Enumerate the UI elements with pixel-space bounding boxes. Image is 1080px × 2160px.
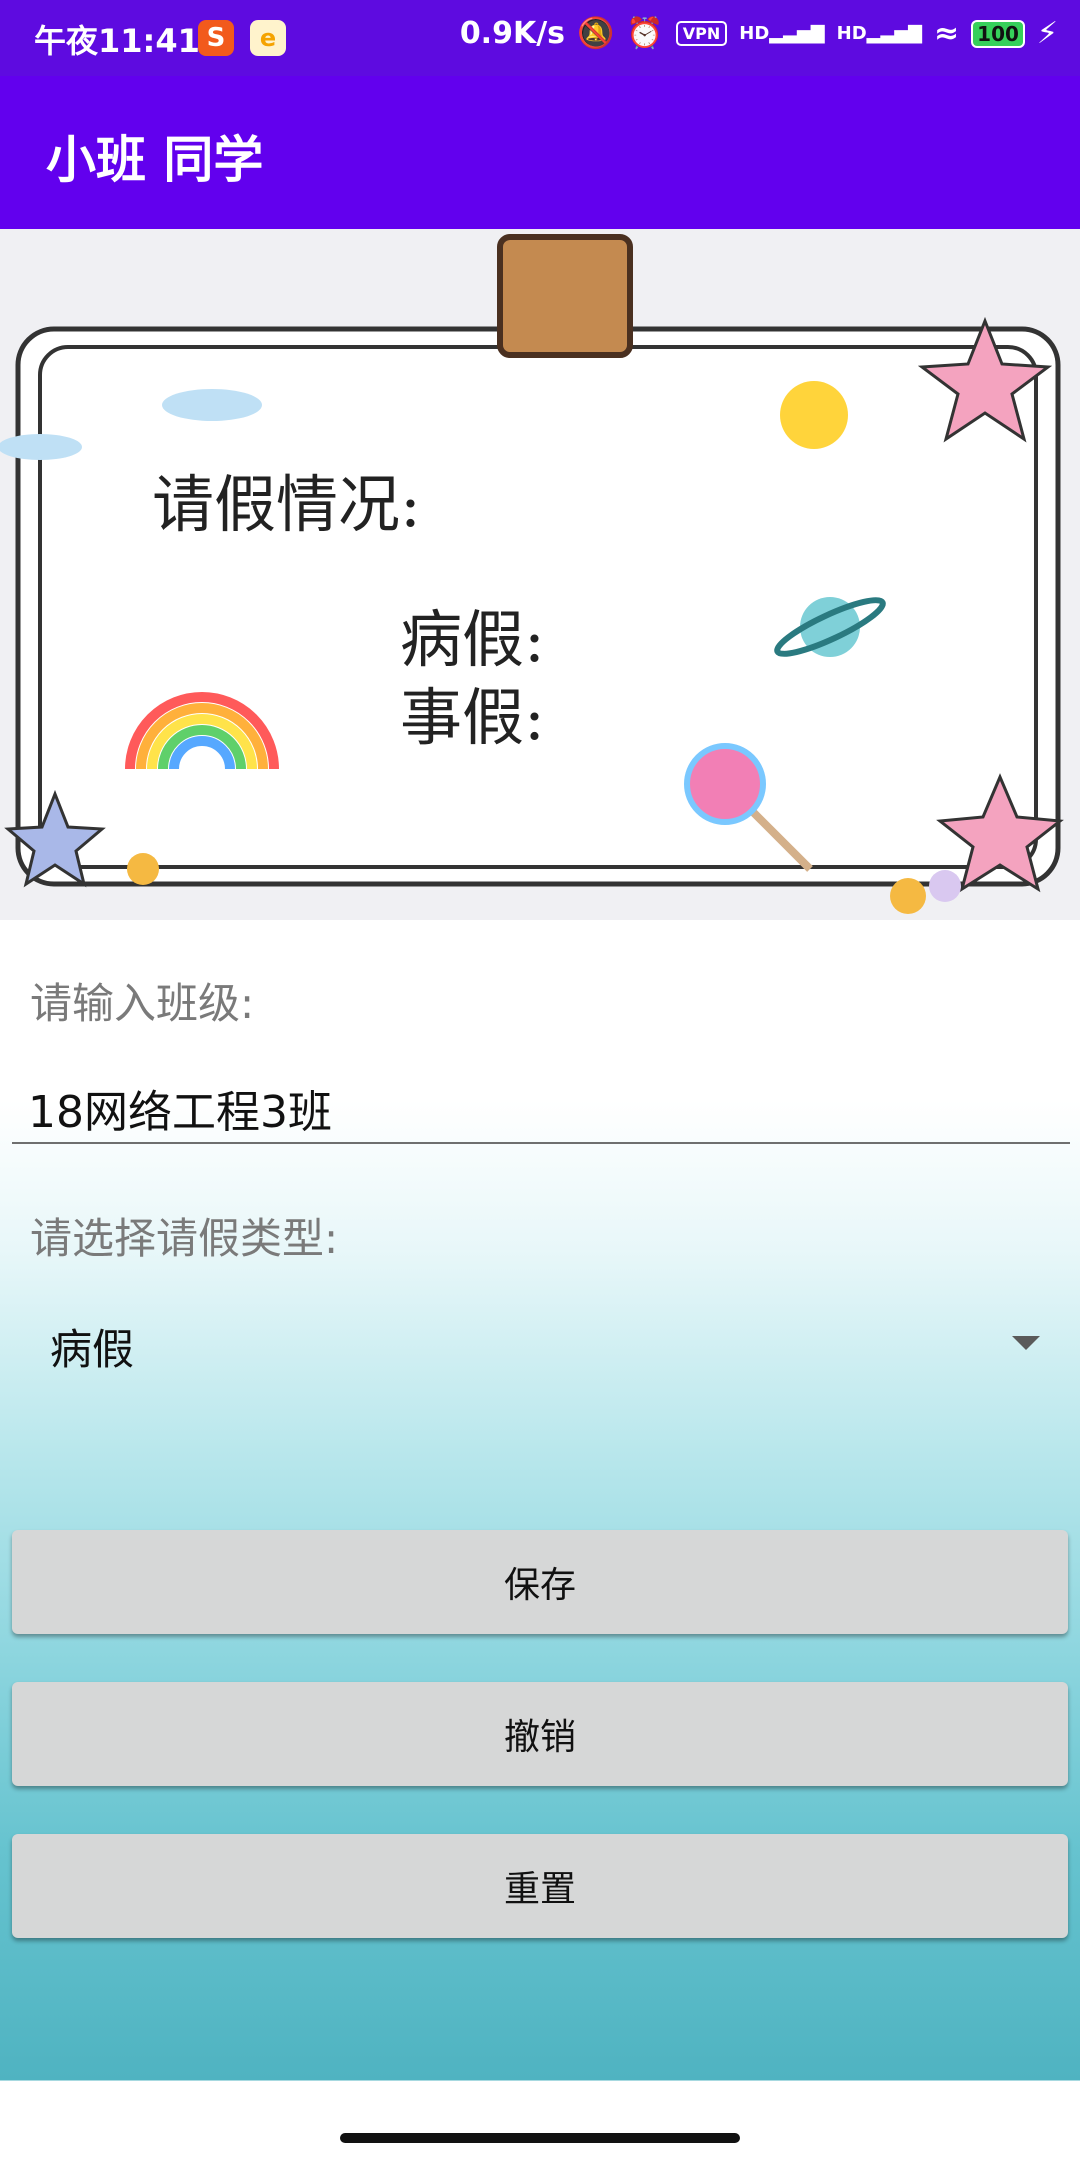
banner-illustration [0, 229, 1080, 920]
notification-app-icon: e [250, 20, 286, 56]
battery-icon: 100 [971, 19, 1025, 48]
home-indicator[interactable] [340, 2133, 740, 2143]
save-button[interactable]: 保存 [12, 1530, 1068, 1634]
cloud-graphic [162, 389, 262, 421]
signal-icon-1: HD▂▃▅▇ [739, 23, 825, 44]
clip-graphic [497, 234, 633, 358]
network-speed: 0.9K/s [459, 16, 566, 51]
reset-button[interactable]: 重置 [12, 1834, 1068, 1938]
class-input-underline [12, 1142, 1070, 1144]
sun-graphic [780, 381, 848, 449]
leave-type-spinner[interactable]: 病假 [12, 1300, 1068, 1390]
banner-heading: 请假情况: [152, 468, 421, 541]
mute-bell-icon: 🔕 [577, 16, 615, 51]
vpn-badge: VPN [675, 21, 728, 46]
spinner-selected-value: 病假 [50, 1325, 135, 1374]
status-time: 午夜11:41 [34, 22, 200, 60]
app-bar: 小班 同学 [0, 76, 1080, 229]
status-indicators: 0.9K/s 🔕 ⏰ VPN HD▂▃▅▇ HD▂▃▅▇ ≈ 100 ⚡ [460, 16, 1058, 51]
banner-personal-leave: 事假: [400, 681, 545, 754]
banner-sick-leave: 病假: [400, 603, 545, 676]
sogou-input-icon: S [198, 20, 234, 56]
class-label: 请输入班级: [30, 979, 255, 1028]
leave-banner-image: 请假情况: 病假: 事假: [0, 229, 1080, 920]
wifi-icon: ≈ [934, 16, 960, 51]
app-title: 小班 同学 [46, 131, 264, 189]
signal-icon-2: HD▂▃▅▇ [836, 23, 923, 44]
charging-icon: ⚡ [1036, 16, 1058, 51]
undo-button[interactable]: 撤销 [12, 1682, 1068, 1786]
leave-type-label: 请选择请假类型: [30, 1214, 339, 1263]
dropdown-arrow-icon [1012, 1336, 1040, 1350]
status-bar: 午夜11:41 S e 0.9K/s 🔕 ⏰ VPN HD▂▃▅▇ HD▂▃▅▇… [0, 0, 1080, 76]
alarm-icon: ⏰ [626, 16, 664, 51]
class-input[interactable]: 18网络工程3班 [28, 1076, 332, 1140]
